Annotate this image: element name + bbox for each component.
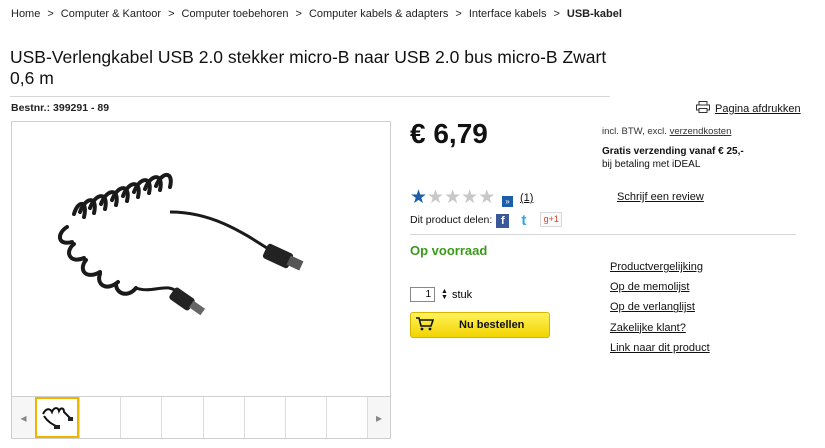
quantity-input[interactable]: 1 <box>410 287 435 302</box>
thumbnail-1[interactable] <box>35 397 80 438</box>
product-photo <box>58 172 304 316</box>
breadcrumb-item-home[interactable]: Home <box>11 8 40 20</box>
star-icon-empty: ★ <box>461 187 479 208</box>
breadcrumb-separator: > <box>47 8 54 20</box>
thumbnail-prev-arrow[interactable]: ◂ <box>12 397 35 438</box>
link-to-product-link[interactable]: Link naar dit product <box>610 338 710 358</box>
breadcrumb: Home > Computer & Kantoor > Computer toebeho… <box>11 8 622 20</box>
compare-products-link[interactable]: Productvergelijking <box>610 257 710 277</box>
star-icon-empty: ★ <box>427 187 445 208</box>
thumbnail-6[interactable] <box>243 397 285 438</box>
stock-status: Op voorraad <box>410 243 488 258</box>
quantity-spin-arrows[interactable]: ▲ ▼ <box>441 288 448 301</box>
print-label: Pagina afdrukken <box>715 102 801 115</box>
review-count-link[interactable]: (1) <box>520 192 533 204</box>
facebook-icon[interactable]: f <box>496 214 510 228</box>
breadcrumb-item-computer-toebehoren[interactable]: Computer toebehoren <box>182 8 289 20</box>
title-divider <box>10 96 610 97</box>
thumbnail-2[interactable] <box>79 397 120 438</box>
product-number: Bestnr.: 399291 - 89 <box>11 102 110 114</box>
product-title: USB-Verlengkabel USB 2.0 stekker micro-B… <box>10 47 607 88</box>
print-page-link[interactable]: Pagina afdrukken <box>696 101 801 116</box>
thumbnail-5[interactable] <box>202 397 244 438</box>
business-customer-link[interactable]: Zakelijke klant? <box>610 318 710 338</box>
product-image[interactable] <box>11 121 391 397</box>
ideal-payment-line: bij betaling met iDEAL <box>602 159 701 170</box>
star-icon-empty: ★ <box>478 187 496 208</box>
breadcrumb-separator: > <box>553 8 560 20</box>
google-plus-button[interactable]: g+1 <box>540 212 563 227</box>
breadcrumb-item-computer-kabels[interactable]: Computer kabels & adapters <box>309 8 448 20</box>
add-to-memo-list-link[interactable]: Op de memolijst <box>610 277 710 297</box>
twitter-icon[interactable]: t <box>517 213 530 228</box>
expand-reviews-icon[interactable]: » <box>502 196 513 207</box>
share-label: Dit product delen: <box>410 213 493 226</box>
thumbnail-next-arrow[interactable]: ▸ <box>367 397 390 438</box>
share-row: Dit product delen: f t g+1 <box>410 211 563 228</box>
section-divider <box>410 234 796 235</box>
breadcrumb-separator: > <box>455 8 462 20</box>
order-now-label: Nu bestellen <box>459 319 525 331</box>
thumbnail-strip: ◂ ▸ <box>11 397 391 439</box>
product-action-links: Productvergelijking Op de memolijst Op d… <box>610 257 710 358</box>
printer-icon <box>696 101 710 116</box>
thumbnail-8[interactable] <box>325 397 367 438</box>
cart-icon <box>411 316 439 334</box>
quantity-stepper: 1 ▲ ▼ stuk <box>410 287 472 302</box>
breadcrumb-item-computer-kantoor[interactable]: Computer & Kantoor <box>61 8 161 20</box>
thumbnail-photo <box>42 406 74 429</box>
tax-prefix: incl. BTW, excl. <box>602 126 667 137</box>
star-icon-filled: ★ <box>410 187 428 208</box>
free-shipping-line: Gratis verzending vanaf € 25,- <box>602 146 744 157</box>
tax-info: incl. BTW, excl. verzendkosten <box>602 126 731 137</box>
quantity-unit: stuk <box>451 288 473 301</box>
add-to-wishlist-link[interactable]: Op de verlanglijst <box>610 297 710 317</box>
order-now-button[interactable]: Nu bestellen <box>410 312 550 338</box>
free-shipping-info: Gratis verzending vanaf € 25,- bij betal… <box>602 145 744 171</box>
thumbnail-7[interactable] <box>284 397 326 438</box>
star-icon-empty: ★ <box>444 187 462 208</box>
shipping-costs-link[interactable]: verzendkosten <box>670 126 732 137</box>
chevron-down-icon[interactable]: ▼ <box>441 294 448 301</box>
thumbnail-3[interactable] <box>120 397 161 438</box>
breadcrumb-item-interface-kabels[interactable]: Interface kabels <box>469 8 547 20</box>
product-price: € 6,79 <box>410 118 488 149</box>
rating-stars[interactable]: ★ ★ ★ ★ ★ <box>410 188 495 207</box>
write-review-link[interactable]: Schrijf een review <box>617 191 704 203</box>
breadcrumb-separator: > <box>168 8 175 20</box>
breadcrumb-separator: > <box>295 8 302 20</box>
breadcrumb-current: USB-kabel <box>566 8 622 20</box>
thumbnail-4[interactable] <box>161 397 202 438</box>
